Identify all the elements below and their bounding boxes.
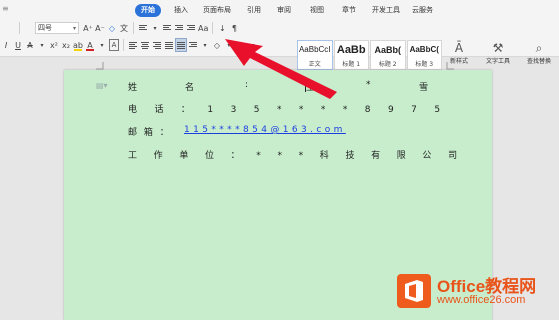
find-replace-button[interactable]: ⌕ 查找替换 xyxy=(527,40,551,65)
menu-bar: ≡ 开始 插入 页面布局 引用 审阅 视图 章节 开发工具 云服务 xyxy=(0,0,559,19)
borders-button[interactable]: ⊞ xyxy=(236,39,246,51)
show-marks-button[interactable]: ¶ xyxy=(229,22,239,34)
wrench-icon: ⚒ xyxy=(492,41,504,55)
align-left-button[interactable] xyxy=(128,39,138,51)
style-heading-3[interactable]: AaBbC( 标题 3 xyxy=(406,40,442,70)
menu-more-icon[interactable]: ≡ xyxy=(2,4,9,14)
site-logo: Office教程网 www.office26.com xyxy=(393,272,555,316)
align-right-button[interactable] xyxy=(152,39,162,51)
tab-page-layout[interactable]: 页面布局 xyxy=(203,5,231,15)
font-size-down-button[interactable]: A⁻ xyxy=(95,22,105,34)
distributed-align-icon xyxy=(177,41,185,49)
font-color-button[interactable]: A xyxy=(85,39,95,51)
strike-dropdown-icon[interactable]: ▾ xyxy=(37,39,47,51)
tab-references[interactable]: 引用 xyxy=(247,5,261,15)
doc-line-phone[interactable]: 电 话 ： 1 3 5 * * * * 8 9 7 5 xyxy=(128,102,440,115)
tab-home[interactable]: 开始 xyxy=(135,4,161,17)
align-center-button[interactable] xyxy=(140,39,150,51)
highlight-button[interactable]: ab xyxy=(73,39,83,51)
font-size-up-button[interactable]: A⁺ xyxy=(83,22,93,34)
strikethrough-button[interactable]: A xyxy=(25,39,35,51)
font-size-select[interactable]: 四号 ▾ xyxy=(35,22,79,34)
doc-line-company[interactable]: 工 作 单 位 ： * * * 科 技 有 限 公 司 xyxy=(128,148,457,161)
email-link[interactable]: 115****854@163.com xyxy=(184,125,346,135)
text-cursor xyxy=(305,80,306,92)
line-spacing-icon xyxy=(189,41,197,49)
office-door-icon xyxy=(405,280,423,302)
decrease-indent-button[interactable] xyxy=(174,22,184,34)
style-normal[interactable]: AaBbCcI 正文 xyxy=(297,40,333,70)
align-left-icon xyxy=(129,41,137,49)
font-color-swatch xyxy=(86,49,94,51)
case-button[interactable]: Aa xyxy=(198,22,208,34)
tab-sections[interactable]: 章节 xyxy=(342,5,356,15)
sort-button[interactable]: ↓ xyxy=(217,22,227,34)
logo-url: www.office26.com xyxy=(437,294,526,306)
search-icon: ⌕ xyxy=(535,41,543,55)
increase-indent-icon xyxy=(187,24,195,32)
style-heading-1[interactable]: AaBb 标题 1 xyxy=(333,40,369,70)
distributed-align-button[interactable] xyxy=(175,38,187,52)
justify-icon xyxy=(165,41,173,49)
bullet-list-icon xyxy=(139,24,147,32)
margin-corner-mark xyxy=(96,62,104,70)
tab-review[interactable]: 审阅 xyxy=(277,5,291,15)
office-logo-icon xyxy=(397,274,431,308)
numbered-list-button[interactable] xyxy=(162,22,172,34)
paragraph-handle-icon[interactable]: ▤▾ xyxy=(96,81,108,90)
line-spacing-button[interactable] xyxy=(188,39,198,51)
margin-corner-mark xyxy=(446,62,454,70)
justify-button[interactable] xyxy=(164,39,174,51)
tab-cloud[interactable]: 云服务 xyxy=(412,5,433,15)
clear-format-button[interactable]: ◇ xyxy=(107,22,117,34)
decrease-indent-icon xyxy=(175,24,183,32)
shading-dropdown-icon[interactable]: ▾ xyxy=(224,39,234,51)
highlight-color-swatch xyxy=(74,49,82,51)
char-border-button[interactable]: A xyxy=(109,39,119,51)
tab-developer[interactable]: 开发工具 xyxy=(372,5,400,15)
toolbar-row-1: 四号 ▾ A⁺ A⁻ ◇ 文 ▾ Aa ↓ ¶ xyxy=(0,21,240,35)
align-center-icon xyxy=(141,41,149,49)
bullet-list-button[interactable] xyxy=(138,22,148,34)
align-right-icon xyxy=(153,41,161,49)
styles-gallery: AaBbCcI 正文 AaBb 标题 1 AaBb( 标题 2 AaBbC( 标… xyxy=(297,40,443,70)
numbered-list-icon xyxy=(163,24,171,32)
underline-button[interactable]: U xyxy=(13,39,23,51)
phonetic-guide-button[interactable]: 文 xyxy=(119,22,129,34)
shading-button[interactable]: ◇ xyxy=(212,39,222,51)
style-heading-2[interactable]: AaBb( 标题 2 xyxy=(370,40,406,70)
toolbar-row-2: I U A ▾ x² x₂ ab A ▾ A ▾ ◇ ▾ ⊞ ▾ xyxy=(0,38,259,52)
doc-line-name[interactable]: 姓 名 : 王 * 雪 xyxy=(128,80,428,93)
new-style-icon: Ā xyxy=(454,41,464,55)
font-color-dropdown-icon[interactable]: ▾ xyxy=(97,39,107,51)
line-spacing-dropdown-icon[interactable]: ▾ xyxy=(200,39,210,51)
list-dropdown-icon[interactable]: ▾ xyxy=(150,22,160,34)
ribbon-toolbar: 四号 ▾ A⁺ A⁻ ◇ 文 ▾ Aa ↓ ¶ I U A ▾ x² x₂ ab … xyxy=(0,19,559,70)
chevron-down-icon: ▾ xyxy=(72,24,76,32)
tab-insert[interactable]: 插入 xyxy=(174,5,188,15)
subscript-button[interactable]: x₂ xyxy=(61,39,71,51)
increase-indent-button[interactable] xyxy=(186,22,196,34)
italic-button[interactable]: I xyxy=(1,39,11,51)
doc-line-email[interactable]: 邮 箱 ： 115****854@163.com xyxy=(128,125,428,138)
superscript-button[interactable]: x² xyxy=(49,39,59,51)
borders-dropdown-icon[interactable]: ▾ xyxy=(248,39,258,51)
tab-view[interactable]: 视图 xyxy=(310,5,324,15)
text-tools-button[interactable]: ⚒ 文字工具 xyxy=(486,40,510,65)
